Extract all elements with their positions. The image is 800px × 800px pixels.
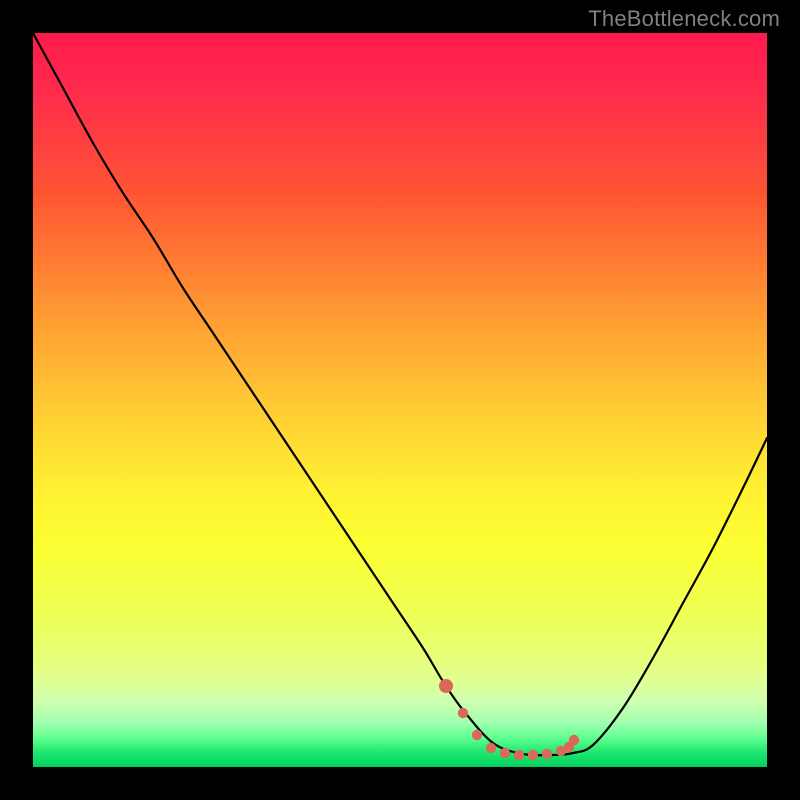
plot-area xyxy=(33,33,767,767)
chart-svg xyxy=(33,33,767,767)
watermark-text: TheBottleneck.com xyxy=(588,6,780,32)
curve-line xyxy=(33,33,767,755)
highlight-dots xyxy=(439,679,579,760)
chart-container: TheBottleneck.com xyxy=(0,0,800,800)
